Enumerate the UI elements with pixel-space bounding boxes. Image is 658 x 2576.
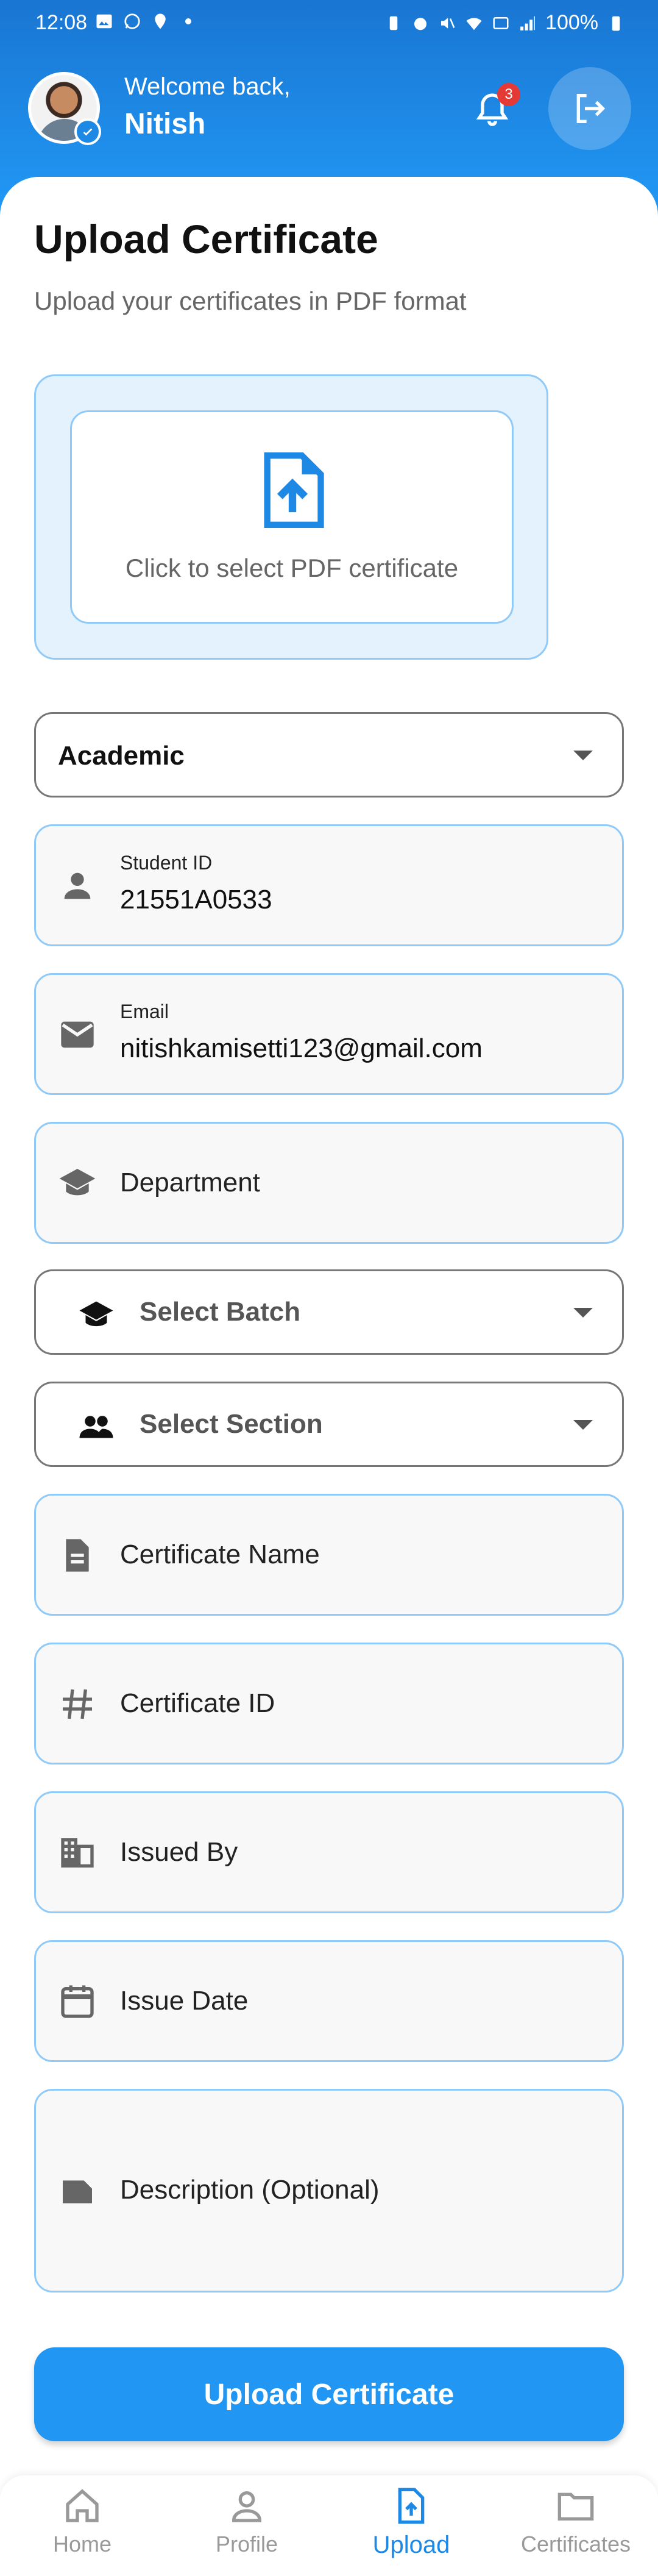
- nav-item-upload[interactable]: Upload: [329, 2486, 494, 2572]
- page-subtitle: Upload your certificates in PDF format: [34, 287, 467, 315]
- chevron-down-icon: [573, 1420, 593, 1430]
- welcome-text: Welcome back,: [124, 73, 291, 100]
- category-value: Academic: [58, 741, 185, 771]
- calendar-icon: [61, 1985, 94, 2018]
- status-system-icons: 100%: [384, 11, 625, 35]
- logout-button[interactable]: [548, 67, 631, 150]
- email-field[interactable]: Email nitishkamisetti123@gmail.com: [34, 973, 624, 1095]
- school-icon: [79, 1301, 113, 1327]
- section-dropdown[interactable]: Select Section: [34, 1382, 624, 1467]
- user-name: Nitish: [124, 108, 206, 140]
- batch-dropdown[interactable]: Select Batch: [34, 1269, 624, 1355]
- upload-form-sheet: Upload Certificate Upload your certifica…: [0, 177, 658, 2576]
- logout-icon: [576, 94, 606, 123]
- student-id-field[interactable]: Student ID 21551A0533: [34, 824, 624, 946]
- business-icon: [61, 1838, 94, 1868]
- school-icon: [59, 1169, 96, 1196]
- description-placeholder: Description (Optional): [120, 2175, 380, 2205]
- notification-count-badge: 3: [497, 83, 520, 106]
- verified-icon: [74, 118, 101, 145]
- department-placeholder: Department: [120, 1168, 260, 1197]
- nav-item-profile[interactable]: Profile: [164, 2486, 329, 2572]
- page-title: Upload Certificate: [34, 216, 378, 262]
- certificate-id-placeholder: Certificate ID: [120, 1688, 275, 1718]
- volte-icon: [493, 16, 509, 29]
- upload-certificate-button[interactable]: Upload Certificate: [34, 2347, 624, 2441]
- mute-icon: [441, 17, 455, 29]
- person-icon: [232, 2491, 262, 2522]
- status-time: 12:08: [35, 11, 88, 34]
- email-value: nitishkamisetti123@gmail.com: [120, 1033, 483, 1063]
- nav-label-profile: Profile: [215, 2531, 278, 2556]
- app-header: Welcome back, Nitish 3: [0, 55, 658, 177]
- location-icon: [155, 13, 166, 29]
- nav-label-upload: Upload: [372, 2531, 450, 2558]
- chevron-down-icon: [573, 1308, 593, 1318]
- nav-label-certificates: Certificates: [520, 2531, 631, 2556]
- upload-file-icon: [398, 2488, 425, 2524]
- description-field[interactable]: Description (Optional): [34, 2089, 624, 2292]
- status-bar: 12:08 100%: [0, 0, 658, 49]
- issued-by-field[interactable]: Issued By: [34, 1791, 624, 1913]
- batch-placeholder: Select Batch: [140, 1297, 301, 1327]
- student-id-label: Student ID: [120, 852, 213, 874]
- issue-date-placeholder: Issue Date: [120, 1986, 249, 2016]
- gallery-icon: [96, 14, 112, 29]
- nav-label-home: Home: [52, 2531, 112, 2556]
- status-notification-icons: [95, 12, 197, 30]
- mail-icon: [61, 1021, 94, 1048]
- section-placeholder: Select Section: [140, 1409, 323, 1439]
- upload-prompt: Click to select PDF certificate: [125, 554, 459, 582]
- person-icon: [64, 872, 91, 899]
- whatsapp-icon: [124, 13, 140, 29]
- nav-item-home[interactable]: Home: [0, 2486, 164, 2572]
- certificate-name-field[interactable]: Certificate Name: [34, 1494, 624, 1616]
- select-pdf-button[interactable]: Click to select PDF certificate: [70, 410, 514, 624]
- student-id-value: 21551A0533: [120, 885, 272, 915]
- pdf-upload-zone: Click to select PDF certificate: [34, 374, 548, 660]
- document-icon: [66, 1539, 89, 1572]
- dot-icon: [185, 18, 191, 24]
- issued-by-placeholder: Issued By: [120, 1837, 238, 1867]
- alarm-icon: [414, 17, 427, 30]
- home-icon: [66, 2489, 99, 2522]
- folder-icon: [557, 2492, 594, 2521]
- chevron-down-icon: [573, 751, 593, 760]
- wifi-icon: [466, 17, 482, 30]
- battery-saver-icon: [389, 16, 398, 30]
- nav-item-certificates[interactable]: Certificates: [494, 2486, 658, 2572]
- group-icon: [79, 1416, 113, 1438]
- category-dropdown[interactable]: Academic: [34, 712, 624, 797]
- issue-date-field[interactable]: Issue Date: [34, 1940, 624, 2062]
- description-icon: [63, 2180, 92, 2203]
- department-field[interactable]: Department: [34, 1122, 624, 1244]
- email-label: Email: [120, 1001, 169, 1022]
- certificate-name-placeholder: Certificate Name: [120, 1540, 320, 1569]
- bottom-navigation: Home Profile Upload Certificates: [0, 2475, 658, 2576]
- battery-percent: 100%: [545, 11, 598, 34]
- upload-file-icon: [264, 452, 324, 528]
- battery-icon: [612, 16, 620, 30]
- signal-icon: [520, 16, 535, 30]
- hashtag-icon: [63, 1689, 92, 1719]
- certificate-id-field[interactable]: Certificate ID: [34, 1643, 624, 1764]
